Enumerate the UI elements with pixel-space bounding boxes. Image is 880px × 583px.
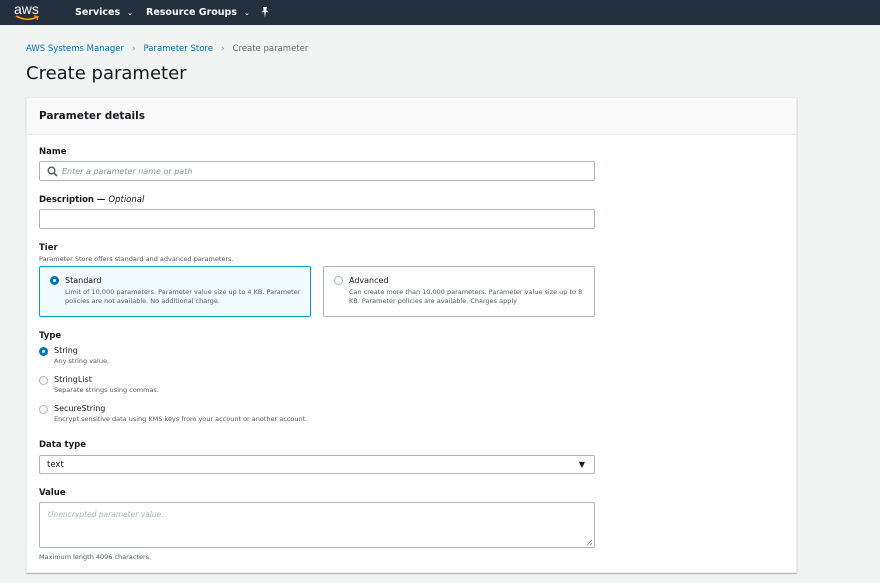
data-type-value: text xyxy=(47,460,64,470)
pin-button[interactable] xyxy=(260,0,270,25)
resize-grip-icon[interactable] xyxy=(586,539,593,546)
tier-standard-card[interactable]: Standard Limit of 10,000 parameters. Par… xyxy=(39,266,311,317)
breadcrumb: AWS Systems Manager › Parameter Store › … xyxy=(26,44,308,54)
type-stringlist-radio[interactable] xyxy=(39,376,48,385)
name-input-placeholder: Enter a parameter name or path xyxy=(62,167,193,176)
aws-logo[interactable]: aws xyxy=(14,2,42,24)
panel-title: Parameter details xyxy=(39,110,145,122)
parameter-details-panel: Parameter details Name Enter a parameter… xyxy=(26,97,797,573)
type-string-radio[interactable] xyxy=(39,347,48,356)
services-label: Services xyxy=(75,7,121,18)
name-input[interactable]: Enter a parameter name or path xyxy=(39,161,595,181)
type-securestring-desc: Encrypt sensitive data using KMS keys fr… xyxy=(54,415,308,423)
panel-header: Parameter details xyxy=(27,98,796,135)
caret-down-icon: ▼ xyxy=(578,460,585,469)
breadcrumb-parameter-store[interactable]: Parameter Store xyxy=(144,44,213,54)
resource-groups-menu[interactable]: Resource Groups ⌄ xyxy=(146,0,250,25)
tier-sublabel: Parameter Store offers standard and adva… xyxy=(39,255,234,263)
chevron-down-icon: ⌄ xyxy=(127,8,134,17)
aws-logo-text: aws xyxy=(14,1,39,17)
type-label: Type xyxy=(39,331,62,341)
type-stringlist-desc: Separate strings using commas. xyxy=(54,386,159,394)
value-textarea[interactable]: Unencrypted parameter value. xyxy=(39,502,595,548)
name-label: Name xyxy=(39,147,67,157)
tier-standard-radio[interactable] xyxy=(50,276,59,285)
type-securestring-title: SecureString xyxy=(54,404,106,413)
resource-groups-label: Resource Groups xyxy=(146,7,237,18)
description-label: Description — Optional xyxy=(39,195,144,205)
chevron-right-icon: › xyxy=(131,44,136,54)
optional-tag: Optional xyxy=(108,195,145,205)
breadcrumb-systems-manager[interactable]: AWS Systems Manager xyxy=(26,44,124,54)
services-menu[interactable]: Services ⌄ xyxy=(75,0,133,25)
description-label-text: Description — xyxy=(39,195,109,205)
tier-standard-title: Standard xyxy=(65,276,102,285)
pin-icon xyxy=(261,7,269,18)
tier-advanced-card[interactable]: Advanced Can create more than 10,000 par… xyxy=(323,266,595,317)
type-securestring-radio[interactable] xyxy=(39,405,48,414)
description-input[interactable] xyxy=(39,209,595,229)
data-type-label: Data type xyxy=(39,440,87,450)
top-navigation-bar: aws Services ⌄ Resource Groups ⌄ xyxy=(0,0,880,25)
breadcrumb-current: Create parameter xyxy=(232,44,309,54)
chevron-right-icon: › xyxy=(220,44,225,54)
tier-advanced-title: Advanced xyxy=(349,276,389,285)
tier-standard-desc: Limit of 10,000 parameters. Parameter va… xyxy=(65,288,301,305)
data-type-select[interactable]: text ▼ xyxy=(39,455,595,474)
search-icon xyxy=(47,166,58,177)
aws-smile-icon xyxy=(15,15,39,21)
value-hint: Maximum length 4096 characters. xyxy=(39,553,152,561)
tier-advanced-desc: Can create more than 10,000 parameters. … xyxy=(349,288,583,305)
page-title: Create parameter xyxy=(26,63,187,84)
tier-advanced-radio[interactable] xyxy=(334,276,343,285)
type-stringlist-title: StringList xyxy=(54,375,92,384)
type-string-desc: Any string value. xyxy=(54,357,110,365)
type-string-title: String xyxy=(54,346,78,355)
chevron-down-icon: ⌄ xyxy=(244,8,250,17)
tier-label: Tier xyxy=(39,243,58,253)
value-label: Value xyxy=(39,488,66,498)
value-textarea-placeholder: Unencrypted parameter value. xyxy=(48,510,164,519)
